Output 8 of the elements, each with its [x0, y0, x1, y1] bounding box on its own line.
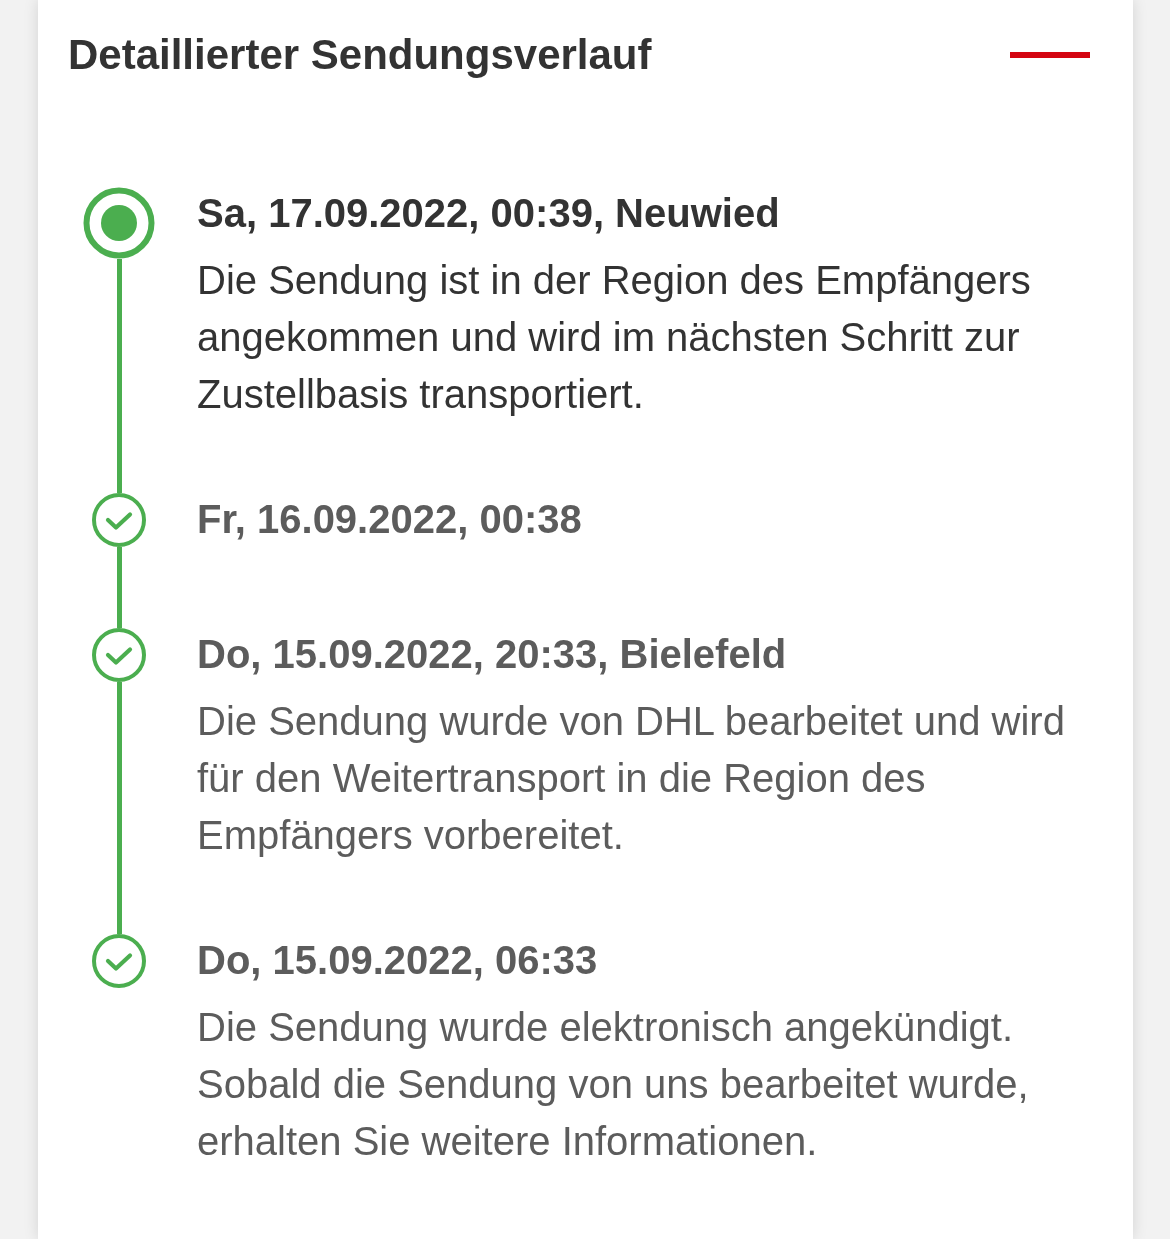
event-description: Die Sendung wurde elektronisch angekündigt. Sobald die Sendung von uns bearbeitet wurde, erhalten Sie weitere Informationen.	[197, 1004, 1030, 1165]
event-heading: Sa, 17.09.2022, 00:39, Neuwied	[197, 190, 781, 237]
event-heading: Fr, 16.09.2022, 00:38	[197, 496, 583, 543]
event-heading: Do, 15.09.2022, 20:33, Bielefeld	[197, 631, 788, 678]
event-description: Die Sendung ist in der Region des Empfängers angekommen und wird im nächsten Schritt zur Zustellbasis transportiert.	[197, 257, 1032, 418]
section-title: Detaillierter Sendungsverlauf	[68, 30, 652, 80]
event-description: Die Sendung wurde von DHL bearbeitet und wird für den Weitertransport in die Region des Empfängers vorbereitet.	[197, 698, 1066, 859]
event-heading: Do, 15.09.2022, 06:33	[197, 937, 599, 984]
